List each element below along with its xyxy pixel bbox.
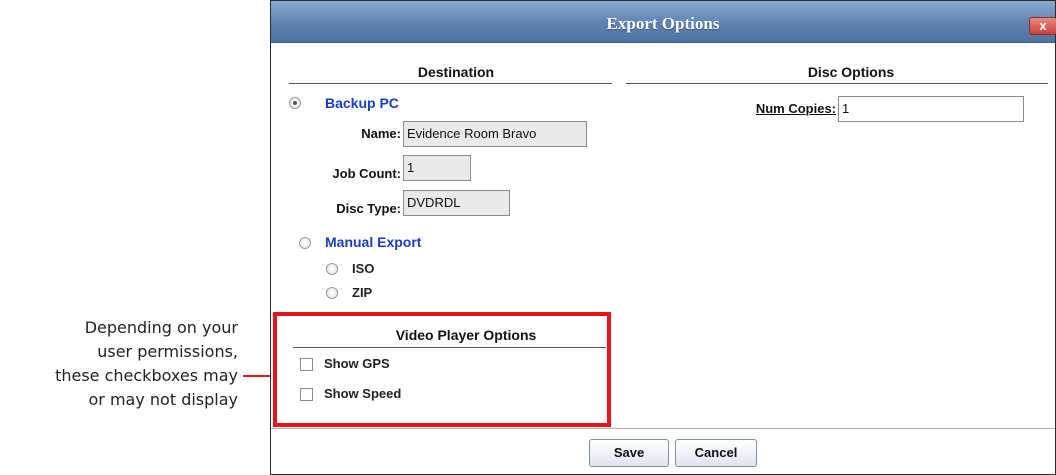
button-bar-separator bbox=[271, 428, 1055, 429]
annotation-line: user permissions, bbox=[97, 342, 238, 361]
disc-type-field[interactable]: DVDRDL bbox=[403, 190, 510, 216]
disc-options-header: Disc Options bbox=[807, 64, 895, 80]
iso-radio[interactable] bbox=[326, 263, 338, 275]
close-icon: x bbox=[1039, 18, 1047, 33]
num-copies-input[interactable]: 1 bbox=[838, 96, 1024, 122]
name-field[interactable]: Evidence Room Bravo bbox=[403, 121, 587, 147]
backup-pc-label[interactable]: Backup PC bbox=[325, 95, 399, 111]
name-label: Name: bbox=[361, 126, 401, 141]
annotation-text: Depending on your user permissions, thes… bbox=[0, 316, 238, 412]
highlight-box bbox=[273, 312, 611, 427]
save-button[interactable]: Save bbox=[589, 439, 669, 467]
num-copies-label: Num Copies: bbox=[755, 101, 836, 116]
callout-line bbox=[243, 375, 273, 377]
disc-options-rule bbox=[626, 83, 1048, 84]
annotation-line: or may not display bbox=[88, 390, 239, 409]
destination-rule bbox=[289, 83, 612, 84]
manual-export-label[interactable]: Manual Export bbox=[325, 234, 421, 250]
dialog-title: Export Options bbox=[606, 14, 720, 33]
job-count-field[interactable]: 1 bbox=[403, 155, 471, 181]
annotation-line: these checkboxes may bbox=[55, 366, 238, 385]
job-count-label: Job Count: bbox=[332, 166, 401, 181]
manual-export-radio[interactable] bbox=[299, 237, 311, 249]
zip-radio[interactable] bbox=[326, 287, 338, 299]
zip-label[interactable]: ZIP bbox=[352, 285, 372, 300]
backup-pc-radio[interactable] bbox=[289, 97, 301, 109]
destination-header: Destination bbox=[417, 64, 495, 80]
cancel-button[interactable]: Cancel bbox=[675, 439, 757, 467]
disc-type-label: Disc Type: bbox=[336, 201, 401, 216]
iso-label[interactable]: ISO bbox=[352, 261, 374, 276]
dialog-titlebar: Export Options x bbox=[271, 1, 1056, 43]
annotation-line: Depending on your bbox=[84, 318, 238, 337]
close-button[interactable]: x bbox=[1029, 17, 1056, 35]
